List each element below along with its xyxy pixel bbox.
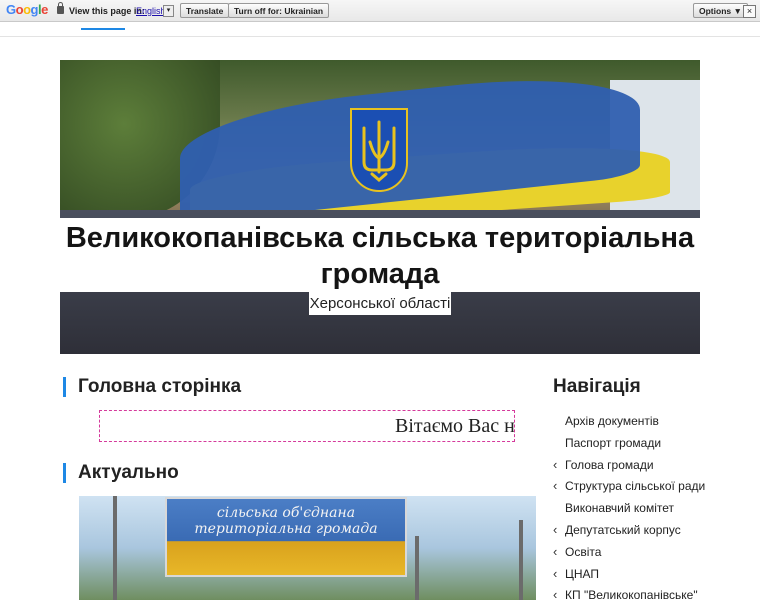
billboard-line2: територіальна громада [194, 521, 378, 537]
nav-item-deputies[interactable]: ‹ Депутатський корпус [553, 520, 753, 542]
utility-pole [519, 520, 523, 600]
nav-item-cnap[interactable]: ‹ ЦНАП [553, 564, 753, 586]
nav-item-label: КП "Великокопанівське" [565, 588, 698, 603]
language-select[interactable]: English [136, 6, 166, 16]
nav-title: Навігація [553, 376, 641, 397]
nav-item-label: Архів документів [565, 414, 659, 428]
google-logo: Google [6, 2, 48, 17]
billboard: сільська об'єднана територіальна громада [165, 497, 407, 577]
nav-item-kp[interactable]: ‹ КП "Великокопанівське" [553, 585, 753, 607]
home-heading: Головна сторінка [63, 376, 241, 398]
nav-item-head[interactable]: ‹ Голова громади [553, 455, 753, 477]
nav-item-label: Паспорт громади [565, 435, 662, 450]
close-icon[interactable]: × [743, 5, 756, 18]
active-menu-indicator[interactable] [81, 28, 125, 30]
nav-item-label: Голова громади [565, 457, 654, 472]
site-title[interactable]: Великокопанівська сільська територіальна… [60, 220, 700, 292]
nav-item-label: Освіта [565, 544, 602, 559]
chevron-left-icon[interactable]: ‹ [553, 542, 557, 562]
nav-item-executive[interactable]: Виконавчий комітет [553, 498, 753, 520]
nav-item-label: Структура сільської ради [565, 479, 706, 494]
lock-icon [57, 2, 64, 14]
translate-bar: Google View this page in: English ▾ Tran… [0, 0, 760, 22]
billboard-line1: сільська об'єднана [216, 505, 356, 521]
chevron-left-icon[interactable]: ‹ [553, 520, 557, 540]
language-dropdown-icon[interactable]: ▾ [163, 5, 174, 17]
welcome-marquee: Вітаємо Вас на [99, 410, 515, 442]
nav-item-structure[interactable]: ‹ Структура сільської ради [553, 476, 753, 498]
chevron-left-icon[interactable]: ‹ [553, 564, 557, 584]
chevron-left-icon[interactable]: ‹ [553, 476, 557, 496]
trident-icon [350, 108, 408, 192]
chevron-left-icon[interactable]: ‹ [553, 585, 557, 605]
turn-off-button[interactable]: Turn off for: Ukrainian [228, 3, 330, 18]
news-image[interactable]: сільська об'єднана територіальна громада [79, 496, 536, 600]
utility-pole [415, 536, 419, 600]
chevron-left-icon[interactable]: ‹ [553, 455, 557, 475]
news-heading: Актуально [63, 462, 179, 484]
nav-item-education[interactable]: ‹ Освіта [553, 542, 753, 564]
utility-pole [113, 496, 117, 600]
nav-item-label: ЦНАП [565, 566, 600, 581]
translate-button[interactable]: Translate [180, 3, 230, 18]
options-button[interactable]: Options ▼ [693, 3, 748, 18]
nav-item-label: Виконавчий комітет [565, 501, 675, 516]
nav-item-archive[interactable]: Архів документів [553, 411, 753, 433]
region-label: Херсонської області [309, 292, 451, 315]
nav-item-passport[interactable]: Паспорт громади [553, 433, 753, 455]
nav-item-label: Депутатський корпус [565, 522, 681, 537]
welcome-text: Вітаємо Вас на [395, 415, 515, 437]
translate-prompt: View this page in: [69, 6, 145, 16]
nav-list: Архів документів Паспорт громади ‹ Голова… [553, 411, 753, 607]
